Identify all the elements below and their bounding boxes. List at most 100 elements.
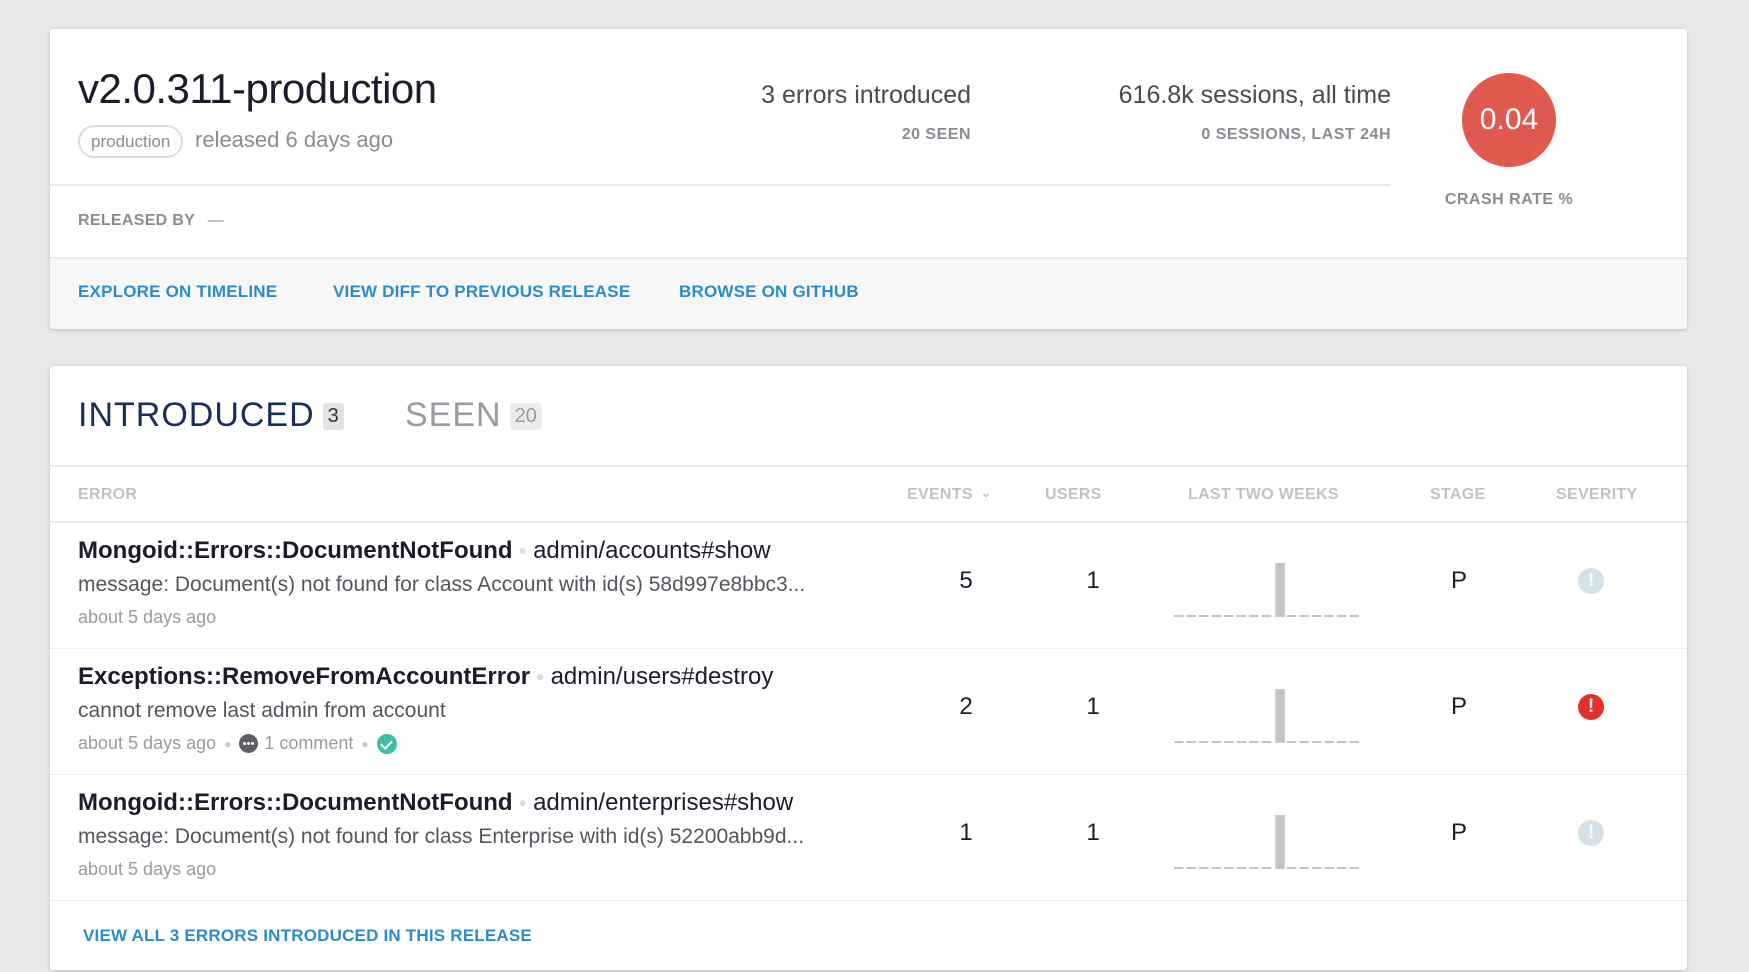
released-by-value: —: [207, 212, 224, 229]
sparkline-baseline: [1299, 867, 1309, 869]
sparkline-baseline: [1186, 615, 1197, 617]
sparkline-baseline: [1349, 615, 1359, 617]
column-events-label: EVENTS: [907, 486, 973, 503]
sparkline-baseline: [1324, 615, 1334, 617]
released-by: RELEASED BY —: [78, 212, 224, 230]
browse-github-link[interactable]: BROWSE ON GITHUB: [679, 282, 859, 302]
sessions-last-24h: 0 SESSIONS, LAST 24H: [1201, 126, 1391, 143]
error-class[interactable]: Exceptions::RemoveFromAccountError: [78, 663, 530, 690]
sparkline-baseline: [1186, 867, 1197, 869]
sparkline-baseline: [1211, 741, 1222, 743]
severity-info-icon[interactable]: !: [1578, 820, 1604, 846]
sparkline-baseline: [1249, 615, 1259, 617]
column-stage[interactable]: STAGE: [1430, 486, 1485, 504]
sparkline-baseline: [1249, 867, 1259, 869]
error-context: admin/accounts#show: [533, 537, 771, 564]
released-time: released 6 days ago: [195, 127, 394, 152]
separator-dot: ●: [536, 668, 545, 684]
separator-dot: ●: [518, 794, 528, 810]
events-count: 5: [959, 567, 973, 594]
sparkline-baseline: [1211, 615, 1222, 617]
comments-link[interactable]: 1 comment: [264, 733, 353, 754]
table-header: ERROR EVENTS ⌄ USERS LAST TWO WEEKS STAGE…: [50, 467, 1687, 523]
tab-introduced-label: INTRODUCED: [78, 396, 315, 434]
sparkline-baseline: [1261, 867, 1272, 869]
sparkline-baseline: [1324, 741, 1334, 743]
sparkline-baseline: [1249, 741, 1259, 743]
error-tabs: INTRODUCED 3 SEEN 20: [50, 366, 1687, 467]
sparkline-baseline: [1311, 615, 1322, 617]
stage-value: P: [1450, 819, 1467, 846]
error-time: about 5 days ago: [78, 859, 217, 879]
tab-introduced-count: 3: [322, 403, 344, 430]
explore-timeline-link[interactable]: EXPLORE ON TIMELINE: [78, 282, 277, 302]
crash-rate-label: CRASH RATE %: [1444, 191, 1574, 208]
error-row[interactable]: Exceptions::RemoveFromAccountError ● admin…: [50, 649, 1687, 775]
events-count: 2: [959, 693, 973, 720]
sparkline-baseline: [1286, 741, 1297, 743]
separator-dot: ●: [361, 736, 369, 751]
divider: [50, 184, 1390, 186]
sparkline-baseline: [1186, 741, 1197, 743]
released-by-label: RELEASED BY: [78, 212, 195, 229]
users-count: 1: [1086, 819, 1100, 846]
sparkline-baseline: [1299, 615, 1309, 617]
error-title[interactable]: Mongoid::Errors::DocumentNotFound ● admin/…: [78, 789, 793, 817]
error-time: about 5 days ago: [78, 607, 217, 627]
errors-seen-count: 20 SEEN: [901, 126, 971, 143]
environment-badge[interactable]: production: [78, 125, 184, 158]
column-events[interactable]: EVENTS ⌄: [907, 486, 991, 504]
view-diff-link[interactable]: VIEW DIFF TO PREVIOUS RELEASE: [333, 282, 630, 302]
error-row[interactable]: Mongoid::Errors::DocumentNotFound ● admin/…: [50, 523, 1687, 649]
sparkline-baseline: [1336, 615, 1347, 617]
error-class[interactable]: Mongoid::Errors::DocumentNotFound: [78, 789, 513, 816]
tab-seen[interactable]: SEEN 20: [405, 396, 542, 435]
sparkline-bar: [1275, 815, 1285, 869]
view-all-errors-link[interactable]: VIEW ALL 3 ERRORS INTRODUCED IN THIS REL…: [83, 926, 532, 946]
error-message: message: Document(s) not found for class…: [78, 573, 806, 596]
error-time: about 5 days ago: [78, 733, 217, 753]
crash-rate-badge: 0.04: [1462, 73, 1556, 167]
stage-value: P: [1450, 693, 1467, 720]
sparkline-baseline: [1199, 867, 1209, 869]
sparkline-baseline: [1286, 867, 1297, 869]
error-row[interactable]: Mongoid::Errors::DocumentNotFound ● admin/…: [50, 775, 1687, 901]
error-class[interactable]: Mongoid::Errors::DocumentNotFound: [78, 537, 513, 564]
sparkline-baseline: [1299, 741, 1309, 743]
sparkline-bar: [1275, 563, 1285, 617]
column-severity[interactable]: SEVERITY: [1556, 486, 1638, 504]
errors-stat: 3 errors introduced 20 SEEN: [761, 81, 971, 144]
sparkline-baseline: [1199, 741, 1209, 743]
sparkline-baseline: [1236, 741, 1247, 743]
error-title[interactable]: Mongoid::Errors::DocumentNotFound ● admin/…: [78, 537, 771, 565]
trend-sparkline: [1174, 563, 1359, 617]
tab-introduced[interactable]: INTRODUCED 3: [78, 396, 344, 435]
error-meta: about 5 days ago: [78, 607, 216, 628]
comment-icon: [239, 734, 259, 753]
sparkline-baseline: [1261, 615, 1272, 617]
separator-dot: ●: [224, 736, 232, 751]
error-meta: about 5 days ago ● 1 comment ●: [78, 733, 397, 754]
tab-seen-count: 20: [509, 403, 542, 430]
sparkline-baseline: [1174, 867, 1184, 869]
column-last-two-weeks: LAST TWO WEEKS: [1188, 486, 1339, 503]
errors-introduced-count: 3 errors introduced: [761, 81, 971, 109]
sparkline-baseline: [1286, 615, 1297, 617]
severity-info-icon[interactable]: !: [1578, 568, 1604, 594]
sparkline-baseline: [1324, 867, 1334, 869]
sparkline-baseline: [1199, 615, 1209, 617]
chevron-down-icon[interactable]: ⌄: [981, 486, 991, 500]
severity-error-icon[interactable]: !: [1578, 694, 1604, 720]
stage-value: P: [1450, 567, 1467, 594]
sparkline-baseline: [1311, 867, 1322, 869]
error-title[interactable]: Exceptions::RemoveFromAccountError ● admin…: [78, 663, 773, 691]
release-actions-bar: EXPLORE ON TIMELINE VIEW DIFF TO PREVIOU…: [50, 257, 1687, 329]
sparkline-baseline: [1349, 741, 1359, 743]
column-users[interactable]: USERS: [1045, 486, 1102, 504]
release-header: v2.0.311-production production released …: [50, 29, 1687, 257]
separator-dot: ●: [518, 542, 528, 558]
tab-seen-label: SEEN: [405, 396, 502, 434]
trend-sparkline: [1174, 689, 1359, 743]
sparkline-baseline: [1311, 741, 1322, 743]
check-circle-icon: [376, 733, 397, 754]
